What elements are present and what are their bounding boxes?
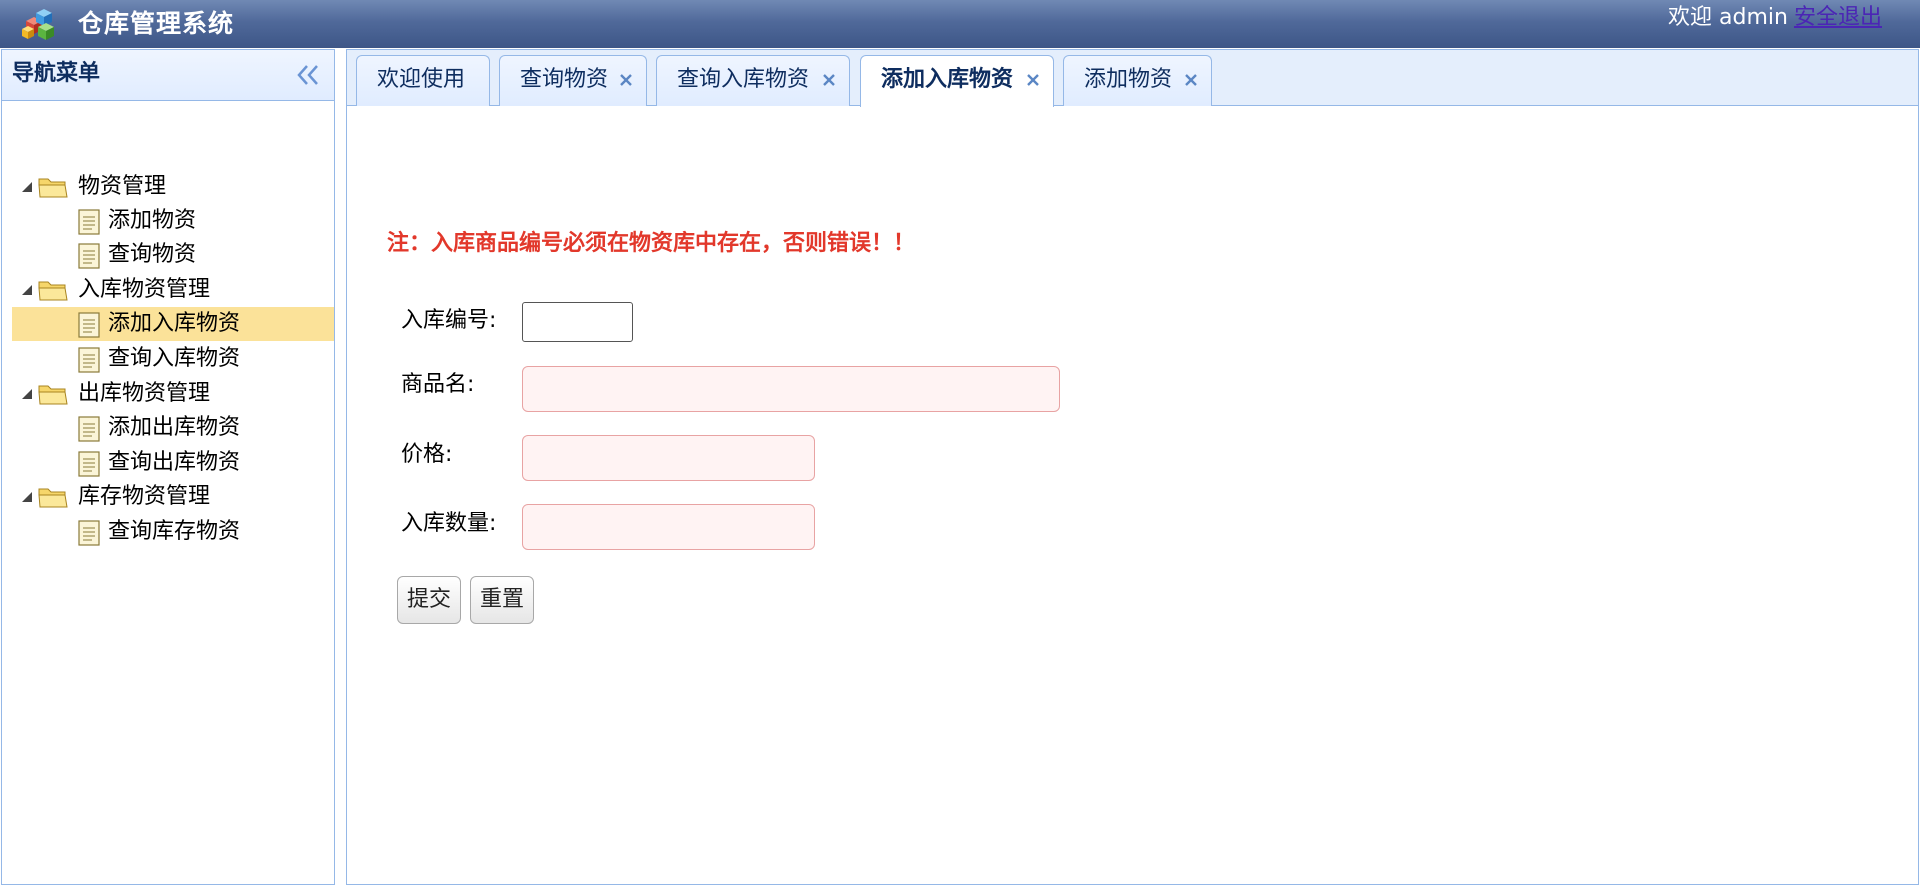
- tree-label: 添加入库物资: [108, 311, 241, 336]
- tab-query-material[interactable]: 查询物资: [499, 55, 647, 106]
- tree-item-query-stock[interactable]: 查询库存物资: [12, 515, 334, 549]
- tree-folder-stock[interactable]: 库存物资管理: [12, 480, 334, 514]
- document-icon: [78, 243, 100, 269]
- tab-content: 注：入库商品编号必须在物资库中存在，否则错误！！ 入库编号: 商品名: 价格: …: [347, 107, 1918, 884]
- cubes-logo-icon: [22, 9, 54, 40]
- tab-label: 欢迎使用: [377, 67, 466, 92]
- tree-label: 库存物资管理: [78, 484, 211, 509]
- logout-link[interactable]: 安全退出: [1794, 5, 1882, 30]
- tree-label: 查询库存物资: [108, 519, 241, 544]
- tree-label: 添加物资: [108, 208, 197, 233]
- tree-item-add-inbound[interactable]: 添加入库物资: [12, 307, 334, 341]
- document-icon: [78, 312, 100, 338]
- tree-label: 入库物资管理: [78, 277, 211, 302]
- price-input[interactable]: [522, 435, 815, 481]
- tree-item-query-outbound[interactable]: 查询出库物资: [12, 446, 334, 480]
- tree-item-query-inbound[interactable]: 查询入库物资: [12, 342, 334, 376]
- tab-label: 添加物资: [1084, 67, 1173, 92]
- submit-button[interactable]: 提交: [397, 576, 461, 624]
- sidebar-panel: 导航菜单 物资管理 添加物资 查询物资 入库物资管理 添加入库物资 查询入库物资…: [1, 49, 335, 885]
- folder-open-icon: [38, 488, 68, 508]
- tree-item-query-material[interactable]: 查询物资: [12, 238, 334, 272]
- tab-welcome[interactable]: 欢迎使用: [356, 55, 490, 106]
- user-area: 欢迎 admin 安全退出: [1668, 4, 1882, 32]
- tree-folder-inbound[interactable]: 入库物资管理: [12, 273, 334, 307]
- inbound-id-label: 入库编号:: [401, 308, 497, 333]
- double-chevron-left-icon[interactable]: [296, 62, 320, 88]
- expand-triangle-icon[interactable]: [22, 285, 32, 295]
- tab-query-inbound[interactable]: 查询入库物资: [656, 55, 850, 106]
- notice-text: 注：入库商品编号必须在物资库中存在，否则错误！！: [387, 231, 916, 256]
- expand-triangle-icon[interactable]: [22, 492, 32, 502]
- tree-label: 出库物资管理: [78, 381, 211, 406]
- expand-triangle-icon[interactable]: [22, 389, 32, 399]
- sidebar-title: 导航菜单: [12, 61, 101, 86]
- reset-button[interactable]: 重置: [470, 576, 534, 624]
- price-label: 价格:: [401, 442, 453, 467]
- tab-add-material[interactable]: 添加物资: [1063, 55, 1212, 106]
- tab-label: 查询物资: [520, 67, 609, 92]
- tree-folder-outbound[interactable]: 出库物资管理: [12, 377, 334, 411]
- main-panel: 欢迎使用 查询物资 查询入库物资 添加入库物资 添加物资 注：入库商品编号必须在…: [346, 49, 1919, 885]
- document-icon: [78, 416, 100, 442]
- close-icon[interactable]: [1184, 73, 1198, 87]
- document-icon: [78, 520, 100, 546]
- close-icon[interactable]: [822, 73, 836, 87]
- expand-triangle-icon[interactable]: [22, 182, 32, 192]
- welcome-text: 欢迎 admin: [1668, 5, 1788, 30]
- tab-strip: 欢迎使用 查询物资 查询入库物资 添加入库物资 添加物资: [347, 50, 1918, 108]
- folder-open-icon: [38, 178, 68, 198]
- tree-label: 添加出库物资: [108, 415, 241, 440]
- close-icon[interactable]: [1026, 73, 1040, 87]
- tree-label: 查询入库物资: [108, 346, 241, 371]
- tree-label: 查询出库物资: [108, 450, 241, 475]
- product-name-input[interactable]: [522, 366, 1060, 412]
- tree-folder-material[interactable]: 物资管理: [12, 170, 334, 204]
- quantity-input[interactable]: [522, 504, 815, 550]
- document-icon: [78, 347, 100, 373]
- close-icon[interactable]: [619, 73, 633, 87]
- tree-item-add-outbound[interactable]: 添加出库物资: [12, 411, 334, 445]
- document-icon: [78, 209, 100, 235]
- document-icon: [78, 451, 100, 477]
- app-title: 仓库管理系统: [78, 9, 235, 38]
- app-header: 仓库管理系统 欢迎 admin 安全退出: [0, 0, 1920, 48]
- tab-label: 查询入库物资: [677, 67, 810, 92]
- folder-open-icon: [38, 385, 68, 405]
- inbound-id-input[interactable]: [522, 302, 633, 342]
- tab-label: 添加入库物资: [881, 67, 1014, 92]
- sidebar-header: 导航菜单: [2, 50, 334, 101]
- quantity-label: 入库数量:: [401, 511, 497, 536]
- product-name-label: 商品名:: [401, 372, 475, 397]
- tab-add-inbound[interactable]: 添加入库物资: [860, 55, 1054, 108]
- tree-item-add-material[interactable]: 添加物资: [12, 204, 334, 238]
- tree-label: 查询物资: [108, 242, 197, 267]
- tree-label: 物资管理: [78, 174, 167, 199]
- folder-open-icon: [38, 281, 68, 301]
